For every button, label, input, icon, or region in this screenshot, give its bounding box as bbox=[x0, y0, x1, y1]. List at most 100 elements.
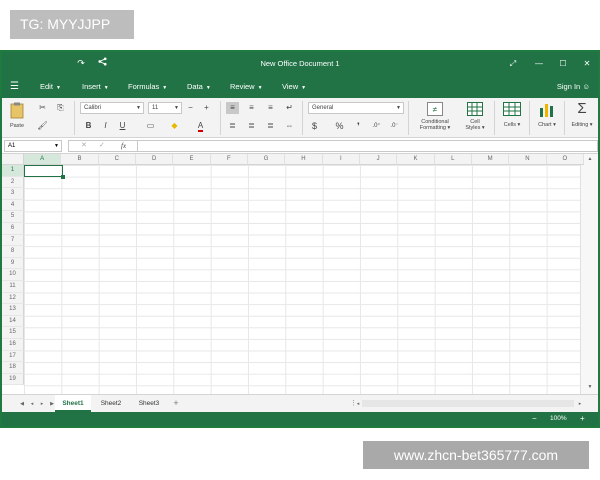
paste-button[interactable]: Paste bbox=[6, 100, 28, 136]
increase-font-button[interactable]: + bbox=[200, 102, 213, 114]
active-cell[interactable] bbox=[24, 165, 65, 179]
fill-color-button[interactable]: ◆ bbox=[168, 120, 181, 132]
zoom-in-button[interactable]: + bbox=[580, 412, 585, 426]
scroll-down-icon[interactable]: ▼ bbox=[581, 384, 598, 390]
increase-decimal-button[interactable]: .0⁺ bbox=[370, 120, 383, 132]
wrap-text-button[interactable]: ↵ bbox=[283, 102, 296, 114]
column-header[interactable]: D bbox=[135, 154, 174, 165]
vertical-scrollbar[interactable]: ▲ ▼ bbox=[580, 154, 598, 394]
bold-button[interactable]: B bbox=[82, 120, 95, 132]
confirm-icon[interactable]: ✓ bbox=[99, 141, 105, 151]
scroll-left-icon[interactable]: ◂ bbox=[354, 395, 362, 413]
zoom-out-button[interactable]: − bbox=[532, 412, 537, 426]
row-header[interactable]: 4 bbox=[2, 199, 24, 212]
merge-button[interactable]: ⇔ bbox=[283, 120, 296, 132]
row-header[interactable]: 9 bbox=[2, 257, 24, 270]
scroll-right-icon[interactable]: ▸ bbox=[576, 395, 584, 413]
copy-button[interactable]: ⎘ bbox=[54, 102, 67, 114]
menu-view[interactable]: View ▼ bbox=[282, 75, 306, 100]
column-header[interactable]: J bbox=[359, 154, 398, 165]
underline-button[interactable]: U bbox=[116, 120, 129, 132]
chart-button[interactable]: Chart ▾ bbox=[533, 100, 561, 136]
align-left-button[interactable]: ≣ bbox=[226, 120, 239, 132]
column-header[interactable]: G bbox=[247, 154, 286, 165]
minimize-icon[interactable]: — bbox=[532, 52, 546, 75]
row-header[interactable]: 6 bbox=[2, 223, 24, 235]
prev-sheet-icon[interactable]: ◂ bbox=[28, 395, 36, 413]
fx-icon[interactable]: fx bbox=[121, 141, 126, 151]
fullscreen-icon[interactable]: ⤢ bbox=[506, 52, 520, 75]
decrease-font-button[interactable]: − bbox=[184, 102, 197, 114]
menu-formulas[interactable]: Formulas ▼ bbox=[128, 75, 167, 100]
cut-button[interactable]: ✂ bbox=[36, 102, 49, 114]
close-icon[interactable]: ✕ bbox=[580, 52, 594, 75]
align-center-button[interactable]: ≣ bbox=[245, 120, 258, 132]
conditional-formatting-button[interactable]: ≠ Conditional Formatting ▾ bbox=[414, 100, 456, 136]
row-header[interactable]: 17 bbox=[2, 350, 24, 363]
cell-styles-button[interactable]: Cell Styles ▾ bbox=[460, 100, 490, 136]
column-header[interactable]: N bbox=[509, 154, 547, 165]
row-header[interactable]: 7 bbox=[2, 234, 24, 247]
menu-edit[interactable]: Edit ▼ bbox=[40, 75, 61, 100]
menu-insert[interactable]: Insert ▼ bbox=[82, 75, 109, 100]
row-header[interactable]: 19 bbox=[2, 373, 24, 386]
name-box[interactable]: A1 ▼ bbox=[4, 140, 62, 152]
add-sheet-icon[interactable]: + bbox=[168, 395, 184, 412]
format-painter-button[interactable]: 🖌 bbox=[36, 120, 49, 132]
select-all-corner[interactable] bbox=[2, 154, 24, 165]
column-header[interactable]: I bbox=[322, 154, 360, 165]
horizontal-scrollbar[interactable] bbox=[362, 400, 574, 407]
font-color-button[interactable]: A bbox=[194, 120, 207, 132]
maximize-icon[interactable]: ☐ bbox=[556, 52, 570, 75]
column-header[interactable]: H bbox=[285, 154, 323, 165]
row-header[interactable]: 13 bbox=[2, 304, 24, 316]
column-header[interactable]: E bbox=[173, 154, 211, 165]
currency-button[interactable]: $ bbox=[308, 120, 321, 132]
align-bottom-button[interactable]: ≡ bbox=[264, 102, 277, 114]
column-header[interactable]: O bbox=[546, 154, 584, 165]
row-header[interactable]: 8 bbox=[2, 246, 24, 258]
cancel-icon[interactable]: ✕ bbox=[81, 141, 87, 151]
cell-area[interactable] bbox=[24, 165, 580, 394]
row-header[interactable]: 12 bbox=[2, 292, 24, 305]
borders-button[interactable]: ▭ bbox=[144, 120, 157, 132]
decrease-decimal-button[interactable]: .0⁻ bbox=[388, 120, 401, 132]
row-header[interactable]: 14 bbox=[2, 315, 24, 328]
row-header[interactable]: 16 bbox=[2, 339, 24, 351]
font-name-select[interactable]: Calibri ▼ bbox=[80, 102, 144, 114]
editing-button[interactable]: Σ Editing ▾ bbox=[567, 100, 597, 136]
row-header[interactable]: 11 bbox=[2, 281, 24, 293]
menu-data[interactable]: Data ▼ bbox=[187, 75, 211, 100]
sheet-tab-3[interactable]: Sheet3 bbox=[131, 395, 167, 412]
menu-review[interactable]: Review ▼ bbox=[230, 75, 263, 100]
row-header[interactable]: 1 bbox=[2, 165, 24, 177]
row-header[interactable]: 3 bbox=[2, 188, 24, 200]
cells-button[interactable]: Cells ▾ bbox=[498, 100, 526, 136]
column-header[interactable]: B bbox=[61, 154, 99, 165]
column-header[interactable]: K bbox=[397, 154, 435, 165]
first-sheet-icon[interactable]: ◀ bbox=[18, 395, 26, 413]
row-header[interactable]: 2 bbox=[2, 176, 24, 189]
sign-in-link[interactable]: Sign In ☺ bbox=[557, 75, 590, 98]
align-top-button[interactable]: ≡ bbox=[226, 102, 239, 114]
italic-button[interactable]: I bbox=[99, 120, 112, 132]
sheet-tab-2[interactable]: Sheet2 bbox=[93, 395, 129, 412]
comma-style-button[interactable]: ❜ bbox=[352, 120, 365, 132]
number-format-select[interactable]: General ▼ bbox=[308, 102, 404, 114]
formula-input[interactable]: ✕ ✓ fx bbox=[68, 140, 598, 152]
sheet-tab-1[interactable]: Sheet1 bbox=[55, 395, 91, 412]
percent-button[interactable]: % bbox=[333, 120, 346, 132]
align-right-button[interactable]: ≣ bbox=[264, 120, 277, 132]
column-header[interactable]: M bbox=[471, 154, 510, 165]
column-header[interactable]: A bbox=[24, 154, 62, 165]
hamburger-menu-icon[interactable]: ☰ bbox=[10, 75, 19, 98]
row-header[interactable]: 18 bbox=[2, 362, 24, 374]
column-header[interactable]: C bbox=[98, 154, 136, 165]
column-header[interactable]: F bbox=[210, 154, 248, 165]
row-header[interactable]: 15 bbox=[2, 327, 24, 339]
font-size-select[interactable]: 11 ▼ bbox=[148, 102, 182, 114]
spreadsheet-grid[interactable]: ▲ ▼ A B C D E F G H I J K L M N O 1 2 3 4 5 6 7 8 9 10 11 12 13 14 15… bbox=[2, 154, 598, 394]
next-sheet-icon[interactable]: ▸ bbox=[38, 395, 46, 413]
row-header[interactable]: 5 bbox=[2, 211, 24, 223]
row-header[interactable]: 10 bbox=[2, 269, 24, 281]
